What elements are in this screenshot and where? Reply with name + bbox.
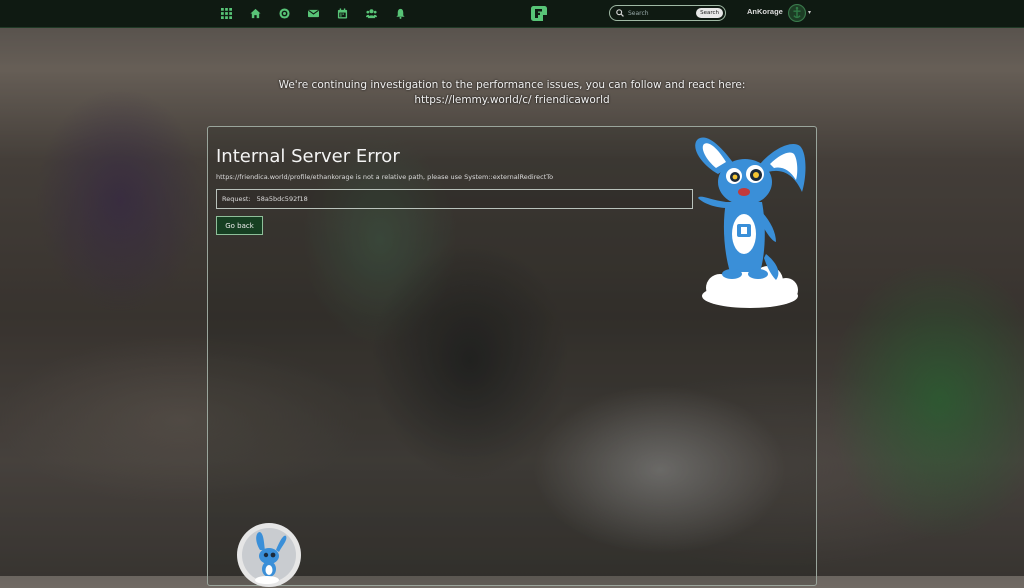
top-navbar: Search AnKorage ▾	[0, 0, 1024, 28]
user-name[interactable]: AnKorage	[747, 7, 783, 16]
announcement-banner: We're continuing investigation to the pe…	[278, 79, 746, 106]
apps-grid-icon[interactable]	[212, 0, 241, 27]
friendica-logo-icon[interactable]	[531, 6, 547, 21]
search-button[interactable]: Search	[696, 8, 723, 18]
mail-icon[interactable]	[299, 0, 328, 27]
request-label: Request:	[222, 195, 251, 203]
search-input[interactable]	[628, 9, 688, 17]
calendar-icon[interactable]	[328, 0, 357, 27]
avatar[interactable]	[788, 4, 806, 22]
mascot-badge-image	[237, 523, 301, 587]
search-form: Search	[609, 5, 726, 21]
request-id-box: Request: 58a5bdc592f18	[216, 189, 693, 209]
network-icon[interactable]	[270, 0, 299, 27]
search-icon	[616, 9, 624, 17]
mascot-bunny-image	[695, 137, 806, 308]
go-back-button[interactable]: Go back	[216, 216, 263, 235]
chevron-down-icon[interactable]: ▾	[808, 9, 811, 16]
home-icon[interactable]	[241, 0, 270, 27]
request-id: 58a5bdc592f18	[256, 195, 308, 203]
page-title: Internal Server Error	[216, 146, 400, 167]
error-message: https://friendica.world/profile/ethankor…	[216, 173, 554, 181]
nav-icon-bar	[212, 0, 415, 27]
notifications-icon[interactable]	[386, 0, 415, 27]
contacts-icon[interactable]	[357, 0, 386, 27]
